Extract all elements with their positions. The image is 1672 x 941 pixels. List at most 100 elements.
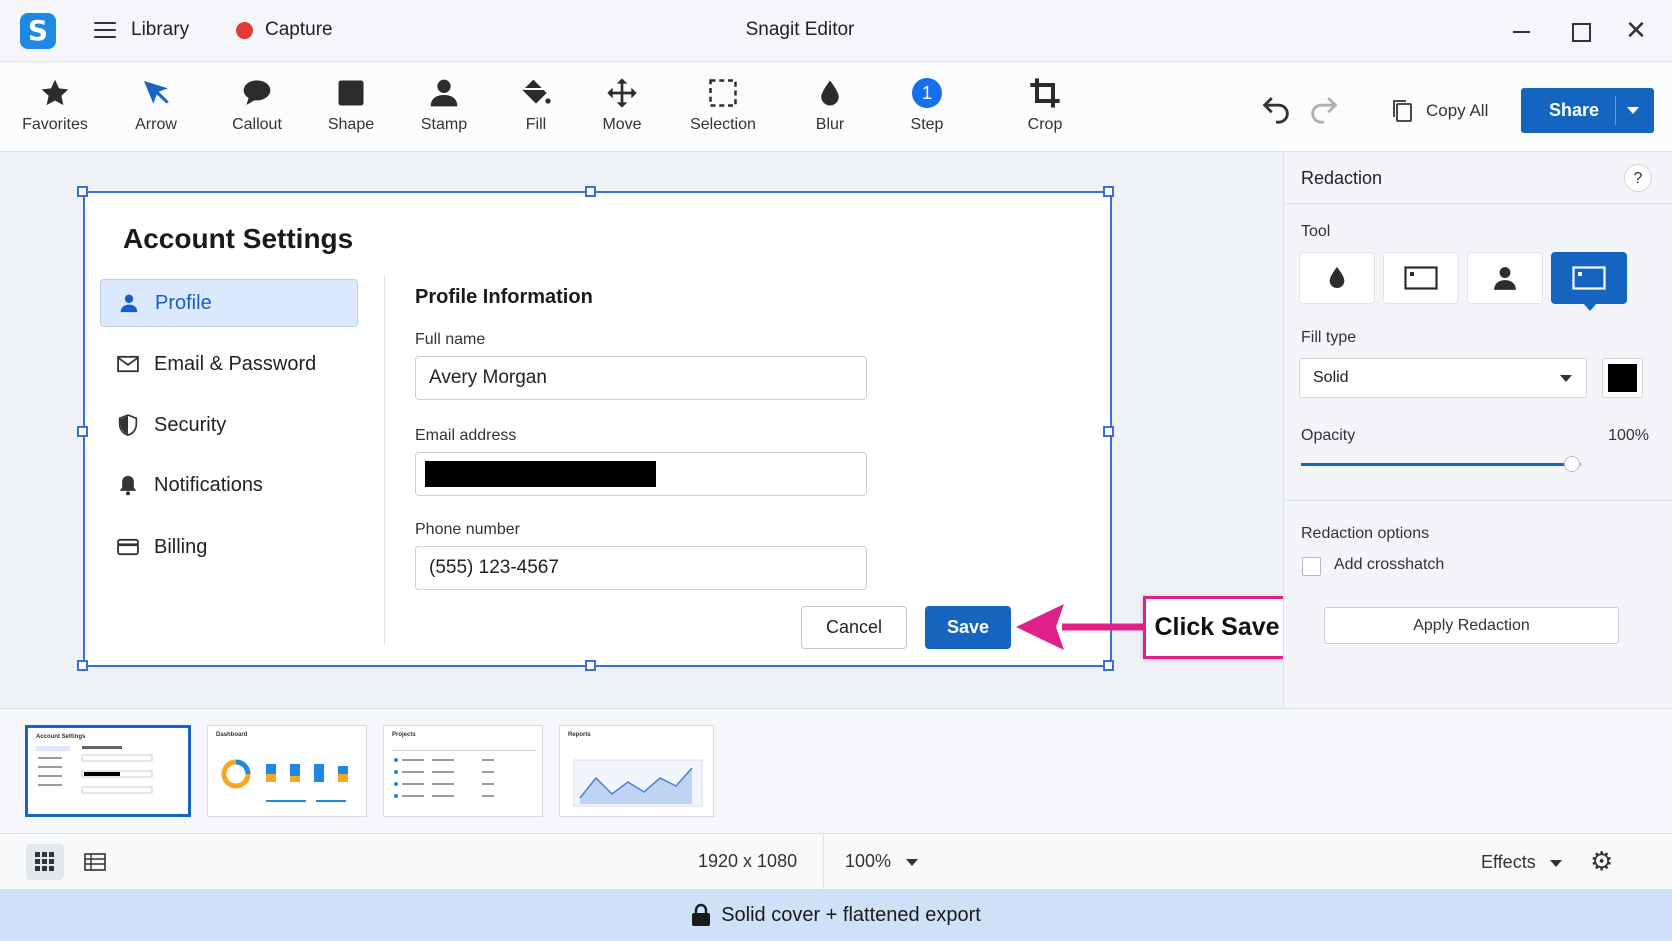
email-label: Email address [415,427,517,444]
list-view-button[interactable] [76,844,114,880]
tool-label: Fill [525,116,547,133]
list-view-icon [84,853,106,871]
phone-field[interactable]: (555) 123-4567 [415,546,867,590]
tool-label: Selection [690,116,756,133]
tool-crop[interactable]: Crop [995,76,1095,134]
opacity-value: 100% [1608,427,1649,444]
grid-view-button[interactable] [26,844,64,880]
envelope-icon [117,355,139,373]
captured-image[interactable]: Account Settings Profile Email & Passwor… [83,191,1112,667]
minimize-button[interactable] [1504,14,1540,48]
tool-stamp[interactable]: Stamp [394,76,494,134]
email-field[interactable] [415,452,867,496]
tool-callout[interactable]: Callout [207,76,307,134]
droplet-icon [1329,267,1345,289]
toolbar: Favorites Arrow Callout Shape Stamp Fill… [0,62,1672,152]
redact-blur-tool[interactable] [1299,252,1375,304]
nav-label: Billing [154,535,208,558]
apply-redaction-button[interactable]: Apply Redaction [1324,607,1619,644]
tool-selection[interactable]: Selection [673,76,773,134]
opacity-slider-thumb[interactable] [1564,456,1580,472]
tool-arrow[interactable]: Arrow [106,76,206,134]
chevron-down-icon[interactable] [1550,860,1562,867]
status-divider [823,834,824,890]
redact-rect-tool[interactable] [1383,252,1459,304]
thumbnail-preview [221,759,348,802]
nav-label: Notifications [154,473,263,496]
tool-blur[interactable]: Blur [780,76,880,134]
nav-item-notifications[interactable]: Notifications [100,461,358,509]
chevron-down-icon [1560,375,1572,382]
close-button[interactable]: ✕ [1618,14,1654,48]
cancel-button[interactable]: Cancel [801,606,907,649]
thumbnail-reports[interactable]: Reports [559,725,714,817]
thumbnail-title: Projects [392,732,416,738]
person-icon [1494,267,1516,290]
redaction-panel: Redaction ? Tool Fill type Solid Opacity… [1283,152,1672,708]
callout-annotation[interactable]: Click Save [1143,596,1291,659]
gear-icon[interactable]: ⚙ [1590,847,1613,875]
undo-icon[interactable] [1259,91,1293,125]
panel-header: Redaction ? [1284,152,1672,204]
thumbnail-title: Reports [568,732,591,738]
page-title: Account Settings [123,223,354,254]
nav-label: Security [154,413,227,436]
dashed-selection-icon [709,79,737,107]
thumbnail-dashboard[interactable]: Dashboard [207,725,367,817]
opacity-slider-track[interactable] [1301,463,1572,466]
share-button[interactable]: Share [1521,88,1654,133]
fill-type-value: Solid [1313,369,1349,386]
thumbnail-title: Account Settings [36,734,86,740]
copy-all-button[interactable]: Copy All [1390,96,1488,126]
tool-label: Step [910,116,944,133]
opacity-label: Opacity [1301,427,1356,444]
nav-item-profile[interactable]: Profile [100,279,358,327]
resize-handle-bottom-right[interactable] [1103,660,1114,671]
resize-handle-right[interactable] [1103,426,1114,437]
resize-handle-top[interactable] [585,186,596,197]
nav-item-email-password[interactable]: Email & Password [100,340,358,388]
resize-handle-bottom[interactable] [585,660,596,671]
tool-favorites[interactable]: Favorites [5,76,105,134]
arrow-icon [144,81,169,104]
resize-handle-left[interactable] [77,426,88,437]
nav-item-security[interactable]: Security [100,401,358,449]
help-button[interactable]: ? [1624,164,1652,192]
chevron-down-icon[interactable] [906,859,918,866]
save-button[interactable]: Save [925,606,1011,649]
copy-all-label: Copy All [1426,101,1489,120]
banner-text: Solid cover + flattened export [721,903,981,926]
maximize-button[interactable] [1562,14,1598,48]
tool-fill[interactable]: Fill [486,76,586,134]
tool-move[interactable]: Move [572,76,672,134]
step-number-icon: 1 [912,78,942,108]
zoom-level[interactable]: 100% [845,851,891,872]
thumbnail-account-settings[interactable]: Account Settings [25,725,191,817]
redo-icon[interactable] [1307,91,1341,125]
tool-label: Crop [1027,116,1063,133]
credit-card-icon [117,538,139,556]
square-icon [338,80,364,106]
annotation-arrow[interactable] [1016,598,1146,656]
tool-label: Blur [815,116,845,133]
effects-button[interactable]: Effects [1481,852,1536,873]
redaction-cover[interactable] [425,461,656,487]
chevron-down-icon[interactable] [1627,107,1639,114]
full-name-field[interactable]: Avery Morgan [415,356,867,400]
tool-step[interactable]: 1 Step [877,76,977,134]
resize-handle-bottom-left[interactable] [77,660,88,671]
tool-shape[interactable]: Shape [301,76,401,134]
shield-icon [118,414,138,436]
resize-handle-top-right[interactable] [1103,186,1114,197]
fill-color-picker[interactable] [1602,358,1643,398]
fill-type-select[interactable]: Solid [1299,358,1587,398]
window-title: Snagit Editor [745,19,855,40]
phone-label: Phone number [415,521,520,538]
nav-item-billing[interactable]: Billing [100,523,358,571]
redact-solid-tool[interactable] [1551,252,1627,311]
crosshatch-label[interactable]: Add crosshatch [1334,556,1444,574]
redact-person-tool[interactable] [1467,252,1543,304]
thumbnail-projects[interactable]: Projects [383,725,543,817]
crosshatch-checkbox[interactable] [1302,557,1321,576]
resize-handle-top-left[interactable] [77,186,88,197]
